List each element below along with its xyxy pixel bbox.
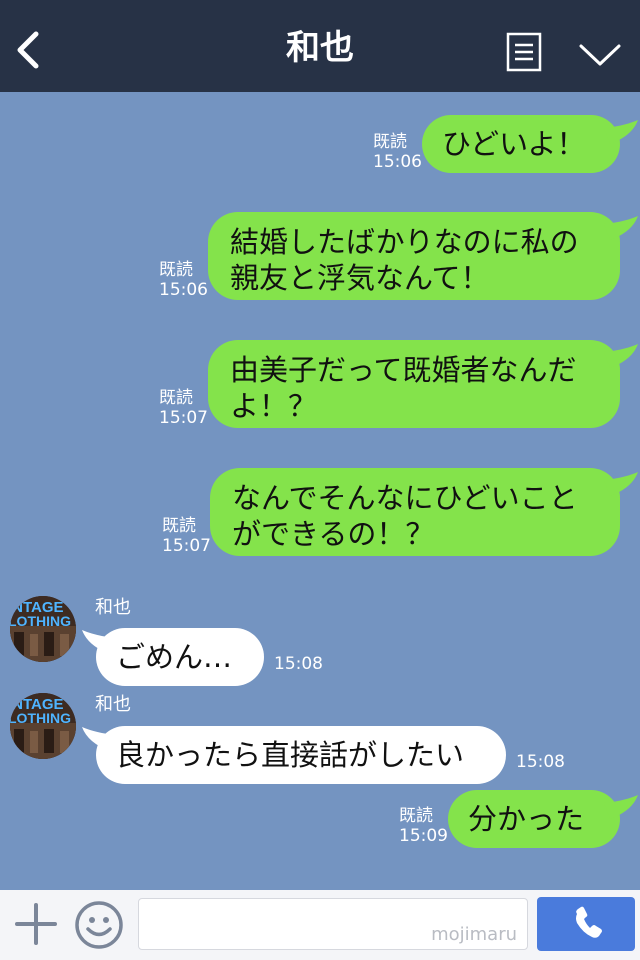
read-receipt: 既読	[162, 516, 196, 536]
plus-icon[interactable]	[14, 902, 58, 946]
message-text-line: 親友と浮気なんて！	[230, 261, 490, 295]
message-bubble[interactable]: 結婚したばかりなのに私の 親友と浮気なんて！	[208, 212, 620, 300]
message-time: 15:06	[373, 152, 422, 172]
avatar[interactable]: INTAGE LOTHING	[10, 596, 76, 662]
message-text-line: ひどいよ！	[442, 127, 586, 161]
bubble-tail	[604, 216, 638, 240]
message-bubble[interactable]: 分かった	[448, 790, 620, 848]
message-list[interactable]: ひどいよ！ 既読 15:06 結婚したばかりなのに私の 親友と浮気なんて！ 既読…	[0, 92, 640, 890]
read-receipt: 既読	[159, 388, 193, 408]
message-meta: 既読 15:06	[373, 132, 422, 172]
read-receipt: 既読	[373, 132, 407, 152]
message-text-line: 由美子だって既婚者なんだ	[230, 353, 577, 387]
message-text-line: ごめん…	[116, 640, 233, 674]
chat-header: 和也	[0, 0, 640, 92]
bubble-tail	[604, 472, 638, 496]
message-text-line: 良かったら直接話がしたい	[116, 738, 465, 772]
message-text-line: よ！？	[230, 389, 318, 423]
message-bubble[interactable]: ごめん…	[96, 628, 264, 686]
message-time: 15:06	[159, 280, 208, 300]
notes-icon[interactable]	[506, 32, 542, 72]
read-receipt: 既読	[399, 806, 433, 826]
watermark: mojimaru	[431, 924, 517, 945]
message-bubble[interactable]: 由美子だって既婚者なんだ よ！？	[208, 340, 620, 428]
bubble-tail	[604, 344, 638, 368]
phone-icon	[576, 906, 602, 938]
message-text-line: 結婚したばかりなのに私の	[230, 225, 579, 259]
chat-title: 和也	[286, 28, 354, 68]
message-time: 15:08	[516, 752, 565, 772]
message-time: 15:08	[274, 654, 323, 674]
message-time: 15:07	[162, 536, 211, 556]
avatar[interactable]: INTAGE LOTHING	[10, 693, 76, 759]
sender-name: 和也	[95, 694, 131, 715]
chevron-down-icon[interactable]	[578, 40, 622, 70]
avatar-image: INTAGE LOTHING	[10, 596, 76, 662]
message-meta: 既読 15:07	[162, 516, 211, 556]
message-text-line: 分かった	[468, 802, 585, 836]
avatar-text: LOTHING	[10, 710, 71, 726]
message-input[interactable]: mojimaru	[138, 898, 528, 950]
avatar-image: INTAGE LOTHING	[10, 693, 76, 759]
message-time: 15:07	[159, 408, 208, 428]
emoji-icon[interactable]	[74, 900, 124, 950]
bubble-tail	[604, 795, 638, 819]
message-meta: 既読 15:06	[159, 260, 208, 300]
message-bubble[interactable]: ひどいよ！	[422, 115, 620, 173]
message-meta: 既読 15:07	[159, 388, 208, 428]
message-text-line: ができるの！？	[232, 517, 435, 551]
sender-name: 和也	[95, 597, 131, 618]
call-button[interactable]	[537, 897, 635, 951]
message-meta: 既読 15:09	[399, 806, 448, 846]
message-bubble[interactable]: なんでそんなにひどいこと ができるの！？	[210, 468, 620, 556]
message-time: 15:09	[399, 826, 448, 846]
message-text-line: なんでそんなにひどいこと	[232, 481, 578, 515]
avatar-text: LOTHING	[10, 613, 71, 629]
read-receipt: 既読	[159, 260, 193, 280]
message-bubble[interactable]: 良かったら直接話がしたい	[96, 726, 506, 784]
bubble-tail	[604, 120, 638, 144]
